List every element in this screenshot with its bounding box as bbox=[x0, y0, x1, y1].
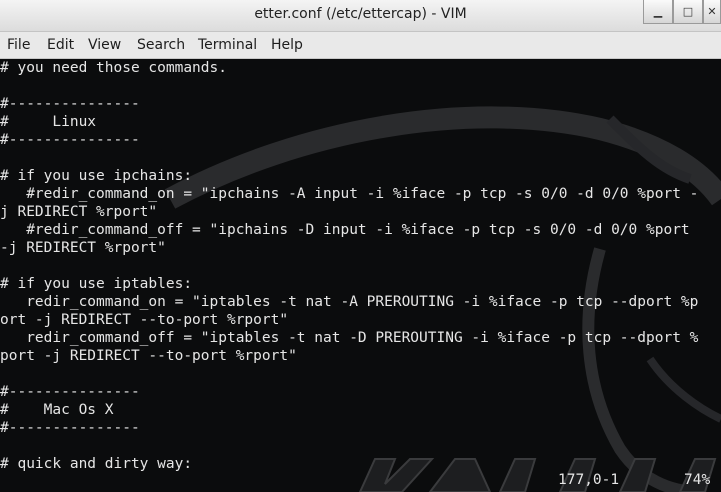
scroll-percent: 74% bbox=[684, 472, 711, 488]
menu-help[interactable]: Help bbox=[271, 37, 303, 53]
menu-view[interactable]: View bbox=[88, 37, 121, 53]
editor-line: redir_command_off = "iptables -t nat -D … bbox=[0, 330, 699, 346]
editor-line: # Mac Os X bbox=[0, 402, 114, 418]
editor-line: j REDIRECT %rport" bbox=[0, 204, 158, 220]
editor-line: # you need those commands. bbox=[0, 60, 227, 76]
editor-line: # Linux bbox=[0, 114, 97, 130]
editor-line: -j REDIRECT %rport" bbox=[0, 240, 166, 256]
close-icon: ✕ bbox=[707, 5, 717, 18]
editor-line: port -j REDIRECT --to-port %rport" bbox=[0, 348, 297, 364]
close-button[interactable]: ✕ bbox=[703, 0, 721, 24]
editor-line: # if you use ipchains: bbox=[0, 168, 193, 184]
editor-buffer[interactable]: # you need those commands. #------------… bbox=[0, 59, 721, 472]
menu-search[interactable]: Search bbox=[137, 37, 185, 53]
window-titlebar[interactable]: etter.conf (/etc/ettercap) - VIM ▁ □ ✕ bbox=[0, 0, 721, 32]
editor-line: # quick and dirty way: bbox=[0, 456, 193, 472]
editor-line: redir_command_on = "iptables -t nat -A P… bbox=[0, 294, 699, 310]
minimize-button[interactable]: ▁ bbox=[643, 0, 673, 24]
window-title: etter.conf (/etc/ettercap) - VIM bbox=[254, 6, 467, 22]
maximize-button[interactable]: □ bbox=[673, 0, 703, 24]
terminal-area[interactable]: # you need those commands. #------------… bbox=[0, 59, 721, 492]
editor-line: #--------------- bbox=[0, 420, 140, 436]
menu-file[interactable]: File bbox=[7, 37, 30, 53]
editor-line: #redir_command_on = "ipchains -A input -… bbox=[0, 186, 699, 202]
menu-edit[interactable]: Edit bbox=[47, 37, 74, 53]
editor-line: ort -j REDIRECT --to-port %rport" bbox=[0, 312, 289, 328]
editor-line: #--------------- bbox=[0, 96, 140, 112]
menu-terminal[interactable]: Terminal bbox=[198, 37, 257, 53]
minimize-icon: ▁ bbox=[653, 5, 663, 18]
editor-line: # if you use iptables: bbox=[0, 276, 193, 292]
editor-line: #redir_command_off = "ipchains -D input … bbox=[0, 222, 690, 238]
menubar: File Edit View Search Terminal Help bbox=[0, 32, 721, 59]
editor-line: #--------------- bbox=[0, 132, 140, 148]
cursor-position: 177,0-1 bbox=[558, 472, 620, 488]
editor-line: #--------------- bbox=[0, 384, 140, 400]
maximize-icon: □ bbox=[682, 5, 694, 18]
